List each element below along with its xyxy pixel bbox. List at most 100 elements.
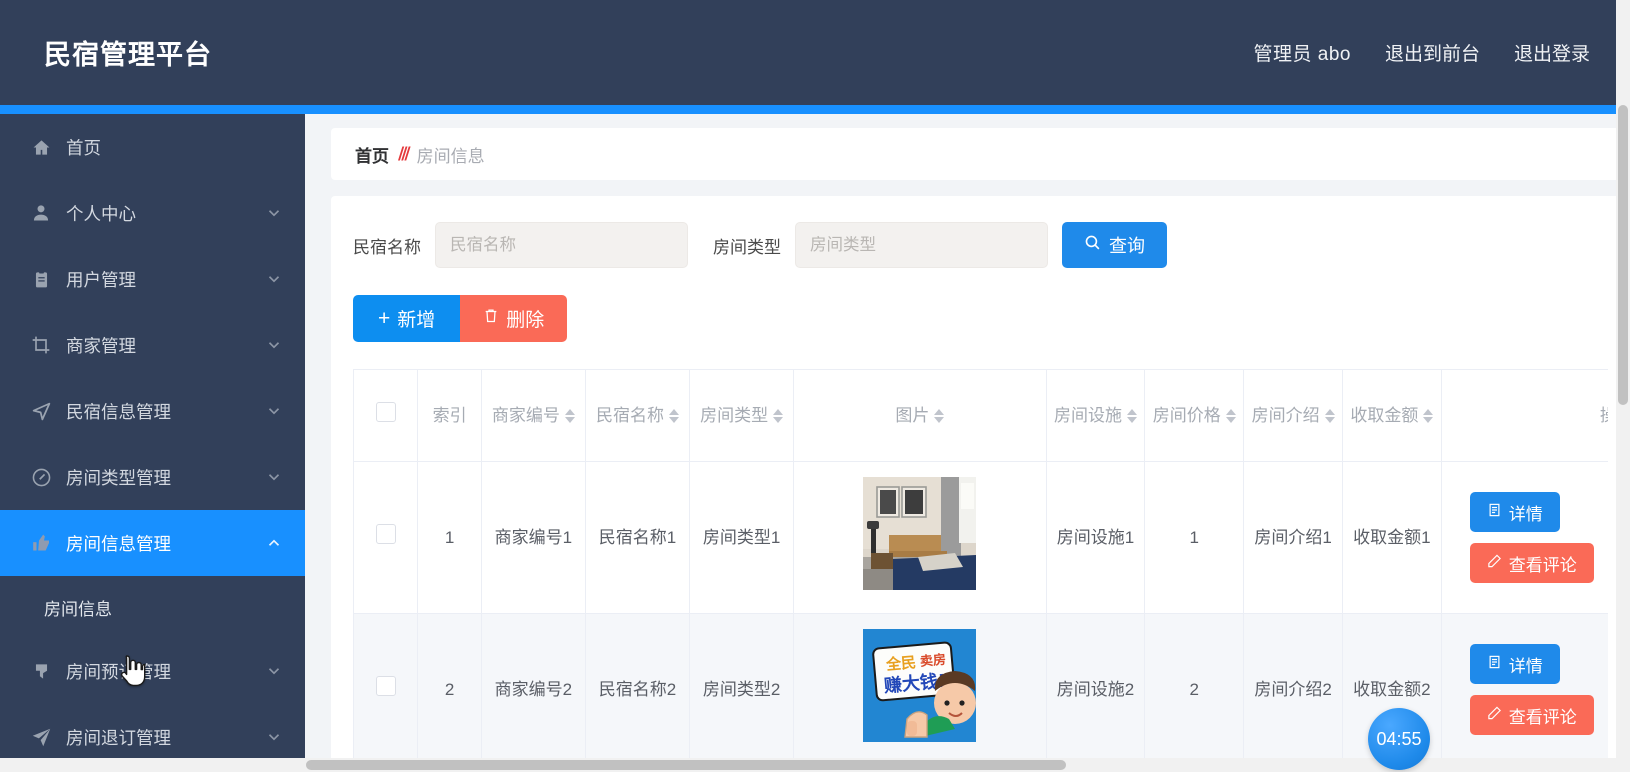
delete-button-label: 删除 — [506, 310, 545, 331]
sort-icon[interactable] — [669, 408, 679, 423]
sidebar-item-personal-center[interactable]: 个人中心 — [0, 180, 305, 246]
sort-icon[interactable] — [1225, 408, 1236, 423]
detail-button-label: 详情 — [1508, 656, 1543, 676]
session-timer-holder: 04:55 — [1342, 692, 1430, 770]
navigation-icon — [28, 400, 54, 422]
column-header-merchant-no[interactable]: 商家编号 — [480, 369, 586, 462]
plus-icon: + — [378, 307, 391, 330]
detail-button[interactable]: 详情 — [1469, 492, 1560, 532]
session-timer-badge[interactable]: 04:55 — [1368, 708, 1430, 770]
sidebar-item-room-booking-management[interactable]: 房间预订管理 — [0, 638, 305, 704]
column-label: 房间设施 — [1053, 405, 1122, 425]
column-header-room-type[interactable]: 房间类型 — [689, 369, 795, 462]
sort-icon[interactable] — [1423, 408, 1434, 423]
chevron-down-icon — [265, 270, 283, 288]
column-label: 房间类型 — [700, 405, 769, 425]
homestay-name-input[interactable] — [435, 222, 688, 268]
row-checkbox[interactable] — [375, 675, 396, 696]
room-type-input[interactable] — [795, 222, 1048, 268]
chevron-down-icon — [265, 662, 283, 680]
cell-price: 2 — [1144, 613, 1245, 766]
sort-icon[interactable] — [564, 408, 575, 423]
room-type-label: 房间类型 — [713, 237, 781, 257]
row-checkbox[interactable] — [375, 523, 396, 544]
cell-amount: 收取金额1 — [1341, 461, 1442, 614]
view-comments-button[interactable]: 查看评论 — [1469, 695, 1594, 735]
exit-to-frontend-link[interactable]: 退出到前台 — [1385, 39, 1480, 66]
detail-button-label: 详情 — [1508, 504, 1543, 524]
breadcrumb-home[interactable]: 首页 — [355, 142, 389, 167]
column-header-facility[interactable]: 房间设施 — [1045, 369, 1146, 462]
cell-facility: 房间设施2 — [1045, 613, 1146, 766]
user-icon — [28, 202, 54, 224]
sidebar-item-label: 房间类型管理 — [66, 467, 171, 488]
sidebar-item-user-management[interactable]: 用户管理 — [0, 246, 305, 312]
horizontal-scrollbar-thumb[interactable] — [306, 760, 1066, 770]
sort-icon[interactable] — [1324, 408, 1335, 423]
select-all-checkbox[interactable] — [375, 401, 396, 422]
sidebar-item-room-type-management[interactable]: 房间类型管理 — [0, 444, 305, 510]
view-comments-button[interactable]: 查看评论 — [1469, 543, 1594, 583]
main-content: 首页 /// 房间信息 民宿名称 房间类型 查询 — [305, 114, 1630, 772]
row-select-cell — [353, 613, 419, 766]
sidebar-item-homestay-info-management[interactable]: 民宿信息管理 — [0, 378, 305, 444]
sidebar-item-label: 用户管理 — [66, 269, 136, 290]
column-label: 操作 — [1600, 406, 1608, 425]
chevron-down-icon — [265, 728, 283, 746]
column-header-image[interactable]: 图片 — [793, 369, 1047, 462]
select-all-header — [353, 369, 419, 462]
chevron-down-icon — [265, 468, 283, 486]
cell-image — [793, 461, 1047, 614]
sidebar-item-room-info-management[interactable]: 房间信息管理 — [0, 510, 305, 576]
send-icon — [28, 726, 54, 748]
sort-icon[interactable] — [1126, 408, 1137, 423]
query-button[interactable]: 查询 — [1062, 222, 1167, 268]
cell-index: 1 — [417, 461, 482, 614]
current-user-label[interactable]: 管理员 abo — [1253, 39, 1350, 66]
pencil-icon — [1487, 553, 1502, 574]
column-header-index: 索引 — [417, 369, 482, 462]
cell-price: 1 — [1144, 461, 1245, 614]
homestay-name-label: 民宿名称 — [353, 237, 421, 257]
header-nav: 管理员 abo 退出到前台 退出登录 — [1253, 39, 1600, 66]
logout-link[interactable]: 退出登录 — [1514, 39, 1590, 66]
sidebar-subitem-label: 房间信息 — [44, 599, 112, 619]
sidebar-item-label: 个人中心 — [66, 203, 136, 224]
poster-image-thumbnail[interactable]: 全民 卖房 赚大钱! — [863, 629, 977, 743]
document-icon — [1487, 654, 1502, 675]
column-header-price[interactable]: 房间价格 — [1144, 369, 1245, 462]
sidebar-item-home[interactable]: 首页 — [0, 114, 305, 180]
cell-room-type: 房间类型1 — [689, 461, 795, 614]
column-header-intro[interactable]: 房间介绍 — [1243, 369, 1343, 462]
cell-facility: 房间设施1 — [1045, 461, 1146, 614]
scrollbar-corner — [1616, 758, 1630, 772]
sort-icon[interactable] — [934, 408, 945, 423]
vertical-scrollbar[interactable] — [1616, 105, 1630, 772]
cell-actions: 详情 查看评论 — [1440, 613, 1608, 766]
delete-button[interactable]: 删除 — [460, 295, 568, 342]
column-header-amount[interactable]: 收取金额 — [1341, 369, 1442, 462]
table-row[interactable]: 1 商家编号1 民宿名称1 房间类型1 房间设施1 1 房间介绍1 收取金额1 … — [353, 461, 1608, 614]
sidebar-subitem-room-info[interactable]: 房间信息 — [0, 576, 305, 638]
sidebar-item-label: 商家管理 — [66, 335, 136, 356]
room-photo-thumbnail[interactable] — [863, 477, 977, 591]
chevron-down-icon — [265, 402, 283, 420]
detail-button[interactable]: 详情 — [1469, 644, 1560, 684]
add-button[interactable]: + 新增 — [353, 295, 461, 342]
sort-icon[interactable] — [773, 408, 784, 423]
sidebar-item-label: 房间预订管理 — [66, 661, 171, 682]
document-icon — [1487, 502, 1502, 523]
sidebar-item-merchant-management[interactable]: 商家管理 — [0, 312, 305, 378]
chevron-down-icon — [265, 336, 283, 354]
sidebar-nav: 首页 个人中心 用户管理 商家管理 民宿信息管理 房间类型管理 房间信息管理 房… — [0, 114, 305, 772]
search-icon — [1084, 234, 1102, 256]
column-label: 商家编号 — [491, 405, 560, 425]
vertical-scrollbar-thumb[interactable] — [1618, 105, 1628, 405]
cell-merchant-no: 商家编号1 — [480, 461, 586, 614]
sidebar-item-label: 房间退订管理 — [66, 727, 171, 748]
compass-icon — [28, 466, 54, 488]
breadcrumb-separator-icon: /// — [398, 144, 411, 164]
column-header-homestay-name[interactable]: 民宿名称 — [584, 369, 691, 462]
column-label: 索引 — [432, 405, 467, 425]
cell-image: 全民 卖房 赚大钱! — [793, 613, 1047, 766]
